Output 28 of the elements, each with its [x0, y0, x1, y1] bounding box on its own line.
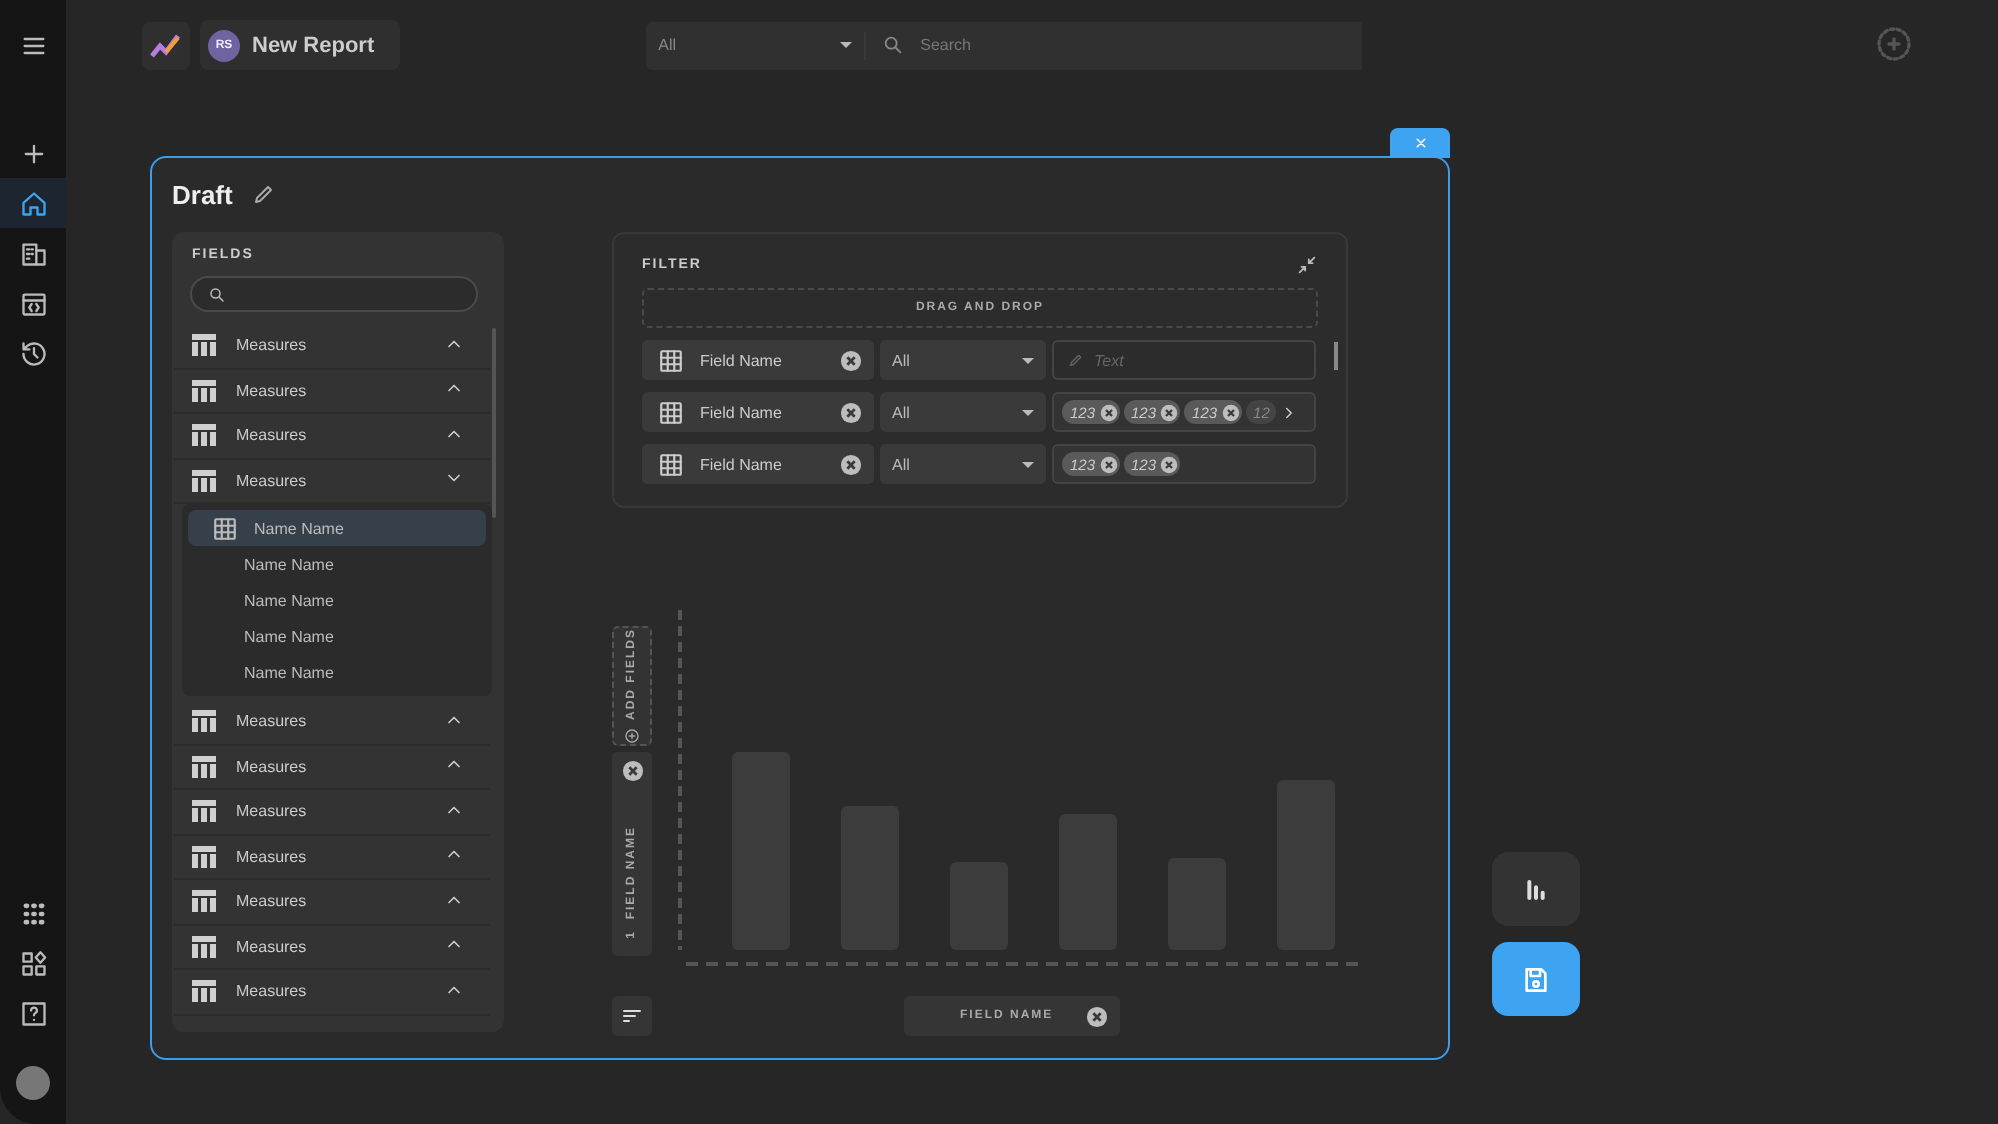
- text-field[interactable]: Text: [1052, 340, 1316, 380]
- field-item[interactable]: Name Name: [188, 546, 486, 582]
- field-chip[interactable]: Field Name: [642, 444, 874, 484]
- field-group[interactable]: Measures: [174, 745, 490, 790]
- field-group[interactable]: Measures: [174, 790, 490, 835]
- modal-title: Draft: [172, 179, 233, 209]
- operator-dropdown[interactable]: All: [880, 444, 1046, 484]
- operator-dropdown[interactable]: All: [880, 392, 1046, 432]
- field-group[interactable]: Measures: [174, 880, 490, 925]
- field-group[interactable]: Measures: [174, 324, 490, 369]
- field-item[interactable]: Name Name: [188, 618, 486, 654]
- field-chip[interactable]: Field Name: [642, 340, 874, 380]
- field-group[interactable]: Measures: [174, 700, 490, 745]
- field-item[interactable]: Name Name: [188, 510, 486, 546]
- field-chip[interactable]: Field Name: [642, 392, 874, 432]
- field-item[interactable]: Name Name: [188, 582, 486, 618]
- field-group[interactable]: Measures: [174, 835, 490, 880]
- field-label: Field Name: [700, 351, 784, 369]
- field-label: Field Name: [700, 403, 784, 421]
- field-group[interactable]: Measures: [174, 414, 490, 459]
- operator-dropdown[interactable]: All: [880, 340, 1046, 380]
- field-group[interactable]: Measures: [174, 925, 490, 970]
- field-group[interactable]: Measures: [174, 369, 490, 414]
- field-group[interactable]: Measures: [174, 970, 490, 1015]
- field-item[interactable]: Name Name: [188, 654, 486, 690]
- text-input[interactable]: Text: [1090, 349, 1278, 371]
- search-input[interactable]: Search: [916, 34, 1325, 56]
- field-label: Field Name: [700, 455, 784, 473]
